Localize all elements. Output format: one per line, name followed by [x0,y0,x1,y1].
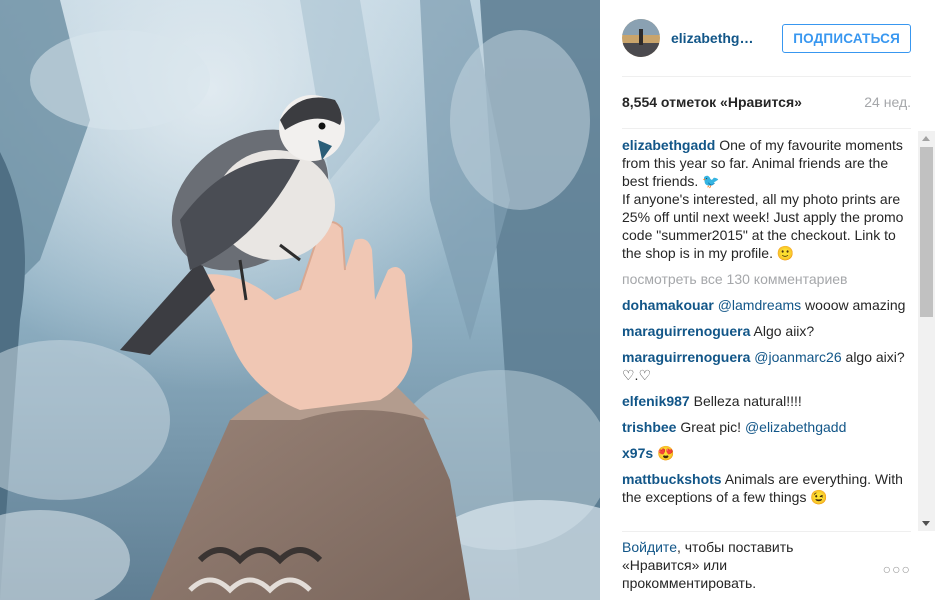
comments-scrollbar[interactable] [918,131,935,531]
comment-text: Algo aiix? [753,323,815,339]
scroll-down-arrow-icon[interactable] [922,521,930,526]
login-link[interactable]: Войдите [622,539,677,555]
comment-text: wooow amazing [801,297,906,313]
follow-button[interactable]: ПОДПИСАТЬСЯ [782,23,911,53]
comment-mention[interactable]: @joanmarc26 [754,349,841,365]
caption: elizabethgadd One of my favourite moment… [622,136,918,262]
post-photo[interactable] [0,0,600,600]
ellipsis-icon[interactable]: ○○○ [883,560,911,578]
post-header: elizabethgadd ПОДПИСАТЬСЯ [622,0,911,77]
scroll-up-arrow-icon[interactable] [922,136,930,141]
caption-username[interactable]: elizabethgadd [622,137,715,153]
avatar[interactable] [622,19,660,57]
comment-mention[interactable]: @lamdreams [718,297,801,313]
login-prompt: Войдите, чтобы поставить «Нравится» или … [622,538,852,592]
likes-count[interactable]: 8,554 отметок «Нравится» [622,94,802,110]
comment-username[interactable]: maraguirrenoguera [622,349,750,365]
comment-username[interactable]: maraguirrenoguera [622,323,750,339]
comment-item: dohamakouar @lamdreams wooow amazing [622,296,918,314]
comment-item: maraguirrenoguera Algo aiix? [622,322,918,340]
comment-mention[interactable]: @elizabethgadd [745,419,846,435]
comment-item: mattbuckshots Animals are everything. Wi… [622,470,918,506]
view-all-comments-link[interactable]: посмотреть все 130 комментариев [622,270,918,288]
post-age[interactable]: 24 нед. [864,94,911,110]
post-sidebar: elizabethgadd ПОДПИСАТЬСЯ 8,554 отметок … [600,0,935,600]
bird-on-hand-image [0,0,600,600]
post-footer: Войдите, чтобы поставить «Нравится» или … [622,531,911,601]
comment-item: x97s 😍 [622,444,918,462]
comments-list[interactable]: elizabethgadd One of my favourite moment… [622,136,918,530]
comment-item: trishbee Great pic! @elizabethgadd [622,418,918,436]
comment-item: elfenik987 Belleza natural!!!! [622,392,918,410]
comment-item: maraguirrenoguera @joanmarc26 algo aixi?… [622,348,918,384]
comment-text: Great pic! [680,419,745,435]
post-meta: 8,554 отметок «Нравится» 24 нед. [622,76,911,129]
scrollbar-thumb[interactable] [920,147,933,317]
comment-username[interactable]: elfenik987 [622,393,690,409]
caption-text: One of my favourite moments from this ye… [622,137,904,261]
comment-username[interactable]: dohamakouar [622,297,714,313]
comment-username[interactable]: mattbuckshots [622,471,722,487]
post-container: elizabethgadd ПОДПИСАТЬСЯ 8,554 отметок … [0,0,935,600]
username-link[interactable]: elizabethgadd [671,30,761,46]
comment-username[interactable]: x97s [622,445,653,461]
comment-text: Belleza natural!!!! [693,393,802,409]
comment-text: 😍 [657,445,675,461]
avatar-image [622,19,660,57]
comment-username[interactable]: trishbee [622,419,676,435]
